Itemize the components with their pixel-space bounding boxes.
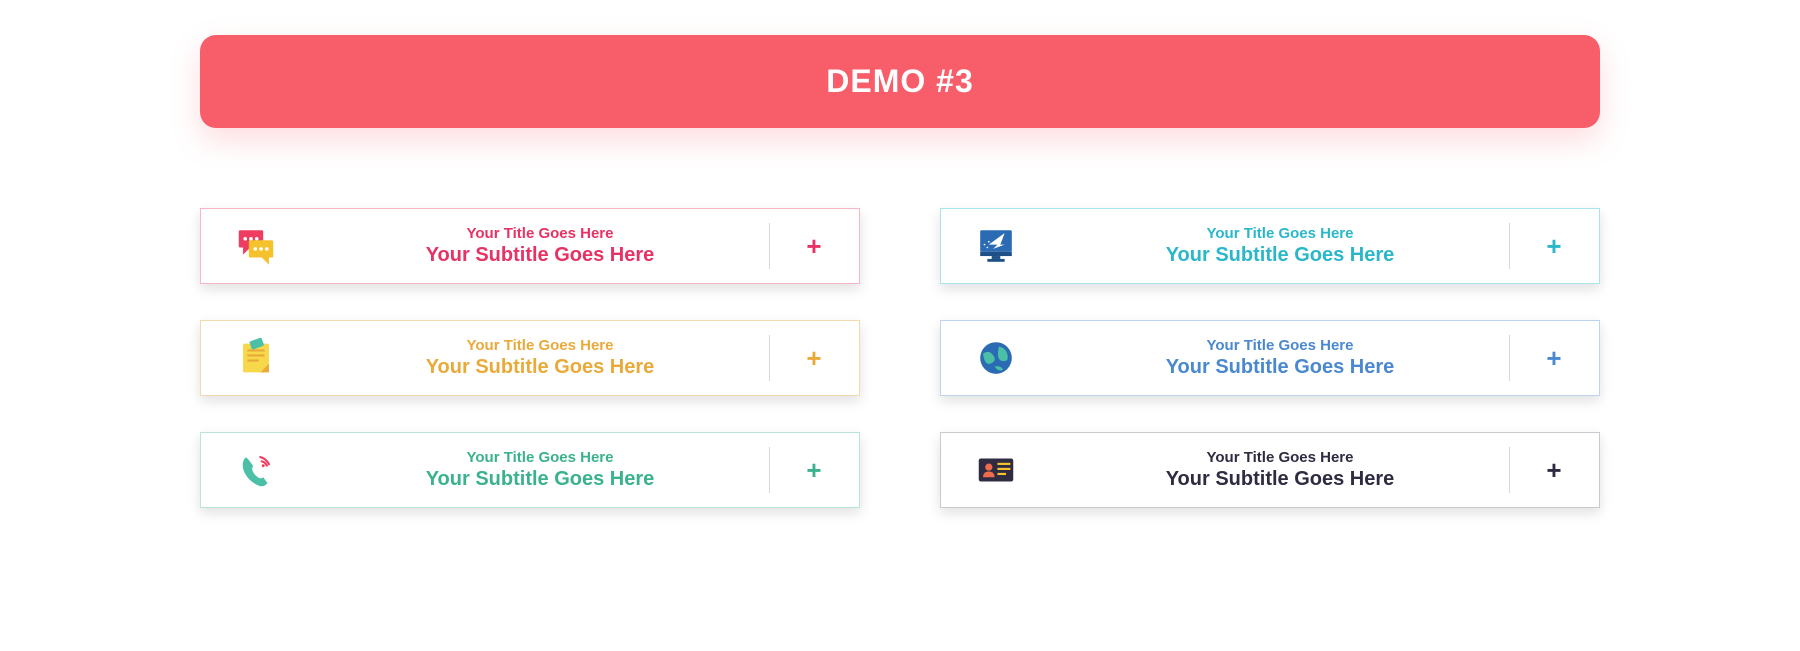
expand-button[interactable]: +	[1509, 209, 1599, 283]
card-text: Your Title Goes Here Your Subtitle Goes …	[311, 209, 769, 283]
card-title: Your Title Goes Here	[467, 449, 614, 466]
expand-button[interactable]: +	[1509, 433, 1599, 507]
accordion-card-note[interactable]: Your Title Goes Here Your Subtitle Goes …	[200, 320, 860, 396]
card-subtitle: Your Subtitle Goes Here	[1166, 468, 1395, 491]
expand-button[interactable]: +	[769, 433, 859, 507]
card-title: Your Title Goes Here	[467, 225, 614, 242]
cards-grid: Your Title Goes Here Your Subtitle Goes …	[200, 208, 1600, 508]
card-title: Your Title Goes Here	[467, 337, 614, 354]
card-text: Your Title Goes Here Your Subtitle Goes …	[1051, 321, 1509, 395]
card-subtitle: Your Subtitle Goes Here	[1166, 356, 1395, 379]
card-subtitle: Your Subtitle Goes Here	[426, 468, 655, 491]
accordion-card-phone[interactable]: Your Title Goes Here Your Subtitle Goes …	[200, 432, 860, 508]
id-card-icon	[941, 433, 1051, 507]
sticky-note-icon	[201, 321, 311, 395]
demo-header-banner: DEMO #3	[200, 35, 1600, 128]
expand-button[interactable]: +	[769, 209, 859, 283]
accordion-card-chat[interactable]: Your Title Goes Here Your Subtitle Goes …	[200, 208, 860, 284]
card-subtitle: Your Subtitle Goes Here	[426, 356, 655, 379]
accordion-card-idcard[interactable]: Your Title Goes Here Your Subtitle Goes …	[940, 432, 1600, 508]
card-title: Your Title Goes Here	[1207, 225, 1354, 242]
accordion-card-globe[interactable]: Your Title Goes Here Your Subtitle Goes …	[940, 320, 1600, 396]
card-text: Your Title Goes Here Your Subtitle Goes …	[311, 321, 769, 395]
card-text: Your Title Goes Here Your Subtitle Goes …	[311, 433, 769, 507]
demo-header-title: DEMO #3	[826, 63, 973, 99]
plus-icon: +	[1546, 457, 1561, 483]
plus-icon: +	[806, 345, 821, 371]
card-subtitle: Your Subtitle Goes Here	[1166, 244, 1395, 267]
card-text: Your Title Goes Here Your Subtitle Goes …	[1051, 433, 1509, 507]
plus-icon: +	[806, 457, 821, 483]
card-subtitle: Your Subtitle Goes Here	[426, 244, 655, 267]
computer-send-icon	[941, 209, 1051, 283]
expand-button[interactable]: +	[1509, 321, 1599, 395]
phone-ringing-icon	[201, 433, 311, 507]
card-text: Your Title Goes Here Your Subtitle Goes …	[1051, 209, 1509, 283]
card-title: Your Title Goes Here	[1207, 337, 1354, 354]
accordion-card-computer[interactable]: Your Title Goes Here Your Subtitle Goes …	[940, 208, 1600, 284]
card-title: Your Title Goes Here	[1207, 449, 1354, 466]
plus-icon: +	[806, 233, 821, 259]
plus-icon: +	[1546, 345, 1561, 371]
expand-button[interactable]: +	[769, 321, 859, 395]
plus-icon: +	[1546, 233, 1561, 259]
chat-bubbles-icon	[201, 209, 311, 283]
globe-icon	[941, 321, 1051, 395]
